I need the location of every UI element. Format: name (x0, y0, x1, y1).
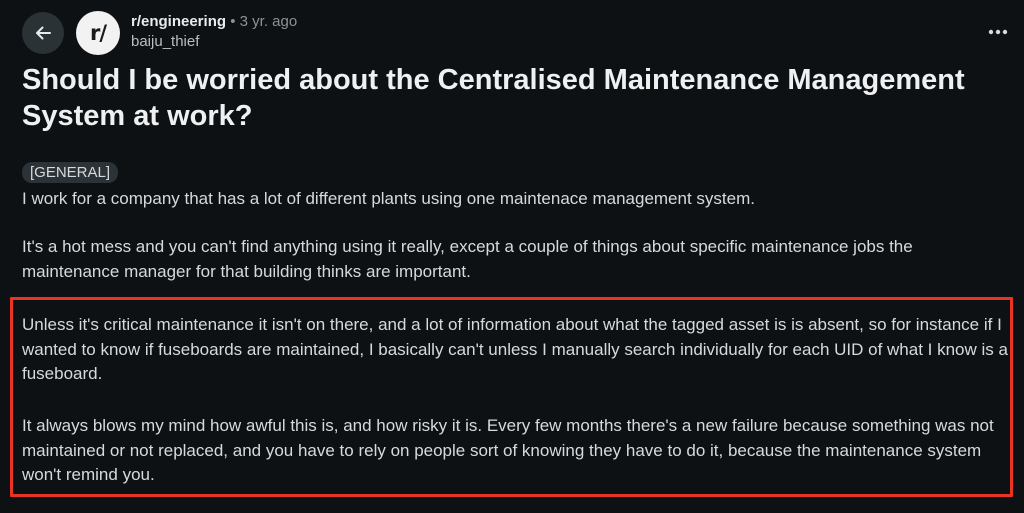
subreddit-link[interactable]: r/engineering (131, 13, 226, 30)
post-flair[interactable]: [GENERAL] (22, 162, 119, 183)
meta-separator: • (230, 13, 236, 30)
highlight-annotation-box (10, 297, 1013, 497)
post-paragraph-1: I work for a company that has a lot of d… (22, 189, 755, 208)
author-username[interactable]: baiju_thief (131, 32, 297, 52)
more-options-button[interactable] (986, 20, 1010, 44)
post-paragraph-2: It's a hot mess and you can't find anyth… (22, 237, 913, 281)
back-button[interactable] (22, 12, 64, 54)
post-meta: r/engineering • 3 yr. ago baiju_thief (131, 12, 297, 52)
post-age: 3 yr. ago (239, 13, 298, 30)
arrow-left-icon (36, 26, 51, 40)
subreddit-avatar[interactable]: r/ (76, 11, 120, 55)
post-title: Should I be worried about the Centralise… (22, 64, 965, 132)
post-header: r/ r/engineering • 3 yr. ago baiju_thief (0, 0, 1024, 64)
ellipsis-horizontal-icon (988, 29, 1008, 35)
